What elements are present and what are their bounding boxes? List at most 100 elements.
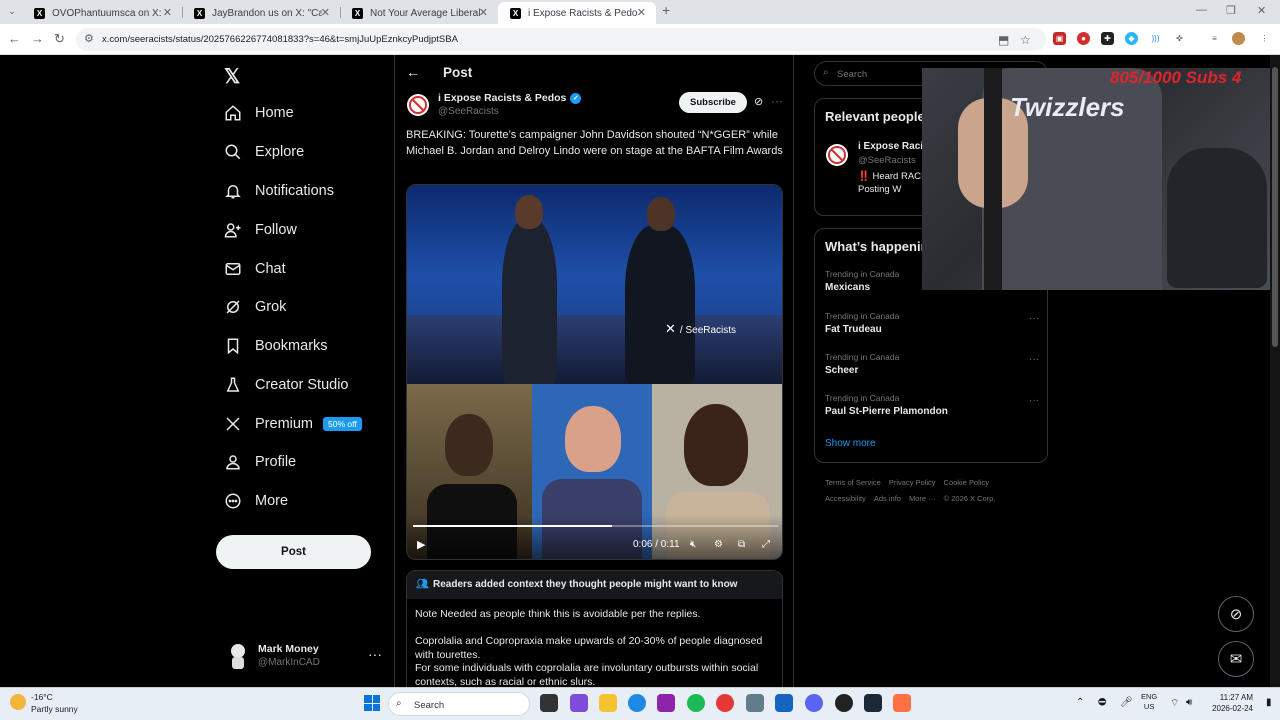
extension-icon[interactable]: ◆ [1125,32,1138,45]
forward-icon[interactable]: → [31,31,44,46]
x-logo-icon[interactable]: 𝕏 [224,64,240,89]
sidebar-item-premium[interactable]: Premium 50% off [222,409,362,439]
tab-list-icon[interactable]: ≡ [1208,32,1221,45]
windows-start-icon[interactable] [364,695,380,711]
bookmark-star-icon[interactable]: ☆ [1020,33,1031,47]
sidebar-item-follow[interactable]: Follow [222,215,297,245]
app-icon[interactable] [893,694,911,712]
microphone-icon[interactable]: 🎤︎ [1120,697,1133,708]
sidebar-item-profile[interactable]: Profile [222,447,296,477]
sidebar-item-bookmarks[interactable]: Bookmarks [222,331,328,361]
sidebar-item-creator-studio[interactable]: Creator Studio [222,370,349,400]
weather-sun-icon[interactable] [10,694,26,710]
file-explorer-icon[interactable] [599,694,617,712]
video-progress-bar[interactable] [413,525,778,527]
site-info-icon[interactable]: ⚙ [84,32,94,45]
footer-link[interactable]: Cookie Policy [944,478,989,487]
footer-link[interactable]: Terms of Service [825,478,881,487]
menu-dots-icon[interactable]: ⋮ [1258,32,1271,45]
back-arrow-icon[interactable]: ← [406,64,420,80]
reload-icon[interactable]: ↻ [54,31,65,47]
avatar[interactable] [825,142,849,168]
subscribe-button[interactable]: Subscribe [679,92,747,113]
page-scrollbar[interactable] [1270,55,1280,687]
close-tab-icon[interactable]: ✕ [479,6,488,19]
tray-app-icon[interactable]: ⛔︎ [1098,697,1106,708]
nzxt-icon[interactable] [657,694,675,712]
close-tab-icon[interactable]: ✕ [163,6,172,19]
account-menu-icon[interactable]: ··· [368,646,382,662]
trend-item[interactable]: Trending in Canada Fat Trudeau ··· [825,311,1039,335]
sidebar-item-notifications[interactable]: Notifications [222,176,334,206]
url-text[interactable]: x.com/seeracists/status/2025766226774081… [102,34,458,45]
pip-icon[interactable]: ⧉ [738,539,745,550]
trend-more-icon[interactable]: ··· [1029,313,1039,324]
settings-app-icon[interactable] [746,694,764,712]
sidebar-item-chat[interactable]: Chat [222,254,286,284]
extension-icon[interactable]: ▣ [1053,32,1066,45]
footer-link[interactable]: More ··· [909,494,936,503]
browser-tab-4-active[interactable]: X i Expose Racists & Pedos on X: ✕ [498,2,656,24]
footer-link[interactable]: Accessibility [825,494,866,503]
close-window-icon[interactable]: ✕ [1257,4,1266,17]
back-icon[interactable]: ← [8,31,21,46]
fullscreen-icon[interactable]: ⤢ [762,539,770,550]
settings-icon[interactable]: ⚙ [714,539,723,550]
trend-item[interactable]: Trending in Canada Paul St-Pierre Plamon… [825,393,1039,417]
grok-fab-icon[interactable]: ⊘ [1218,596,1254,632]
browser-tab-2[interactable]: X JayBrandon us on X: "Canada h ✕ [182,2,340,24]
browser-tab-3[interactable]: X Not Your Average Liberal on X ✕ [340,2,498,24]
tray-chevron-icon[interactable]: ⌃ [1076,697,1084,708]
sidebar-item-home[interactable]: Home [222,98,294,128]
weather-description[interactable]: Partly sunny [31,704,78,714]
steam-icon[interactable] [864,694,882,712]
close-tab-icon[interactable]: ✕ [321,6,330,19]
weather-temperature[interactable]: -16°C [31,692,53,702]
author-name[interactable]: i Expose Racists & Pedos ✓ [438,92,582,104]
sidebar-item-grok[interactable]: Grok [222,292,286,322]
notification-bell-icon[interactable]: ▮ [1266,697,1272,708]
minimize-icon[interactable]: — [1196,4,1207,16]
trend-more-icon[interactable]: ··· [1029,354,1039,365]
maximize-icon[interactable]: ❐ [1226,4,1236,17]
discord-icon[interactable] [805,694,823,712]
extension-icon[interactable]: ● [1077,32,1090,45]
account-switcher[interactable]: Mark Money @MarkInCAD ··· [226,640,386,674]
trend-item[interactable]: Trending in Canada Scheer ··· [825,352,1039,376]
wifi-icon[interactable]: ⌔ [1170,697,1179,710]
extension-icon[interactable]: ))) [1149,32,1162,45]
sidebar-item-explore[interactable]: Explore [222,137,304,167]
sidebar-item-more[interactable]: More [222,486,288,516]
close-tab-icon[interactable]: ✕ [637,6,646,19]
new-tab-button[interactable]: + [662,2,670,18]
post-button[interactable]: Post [216,535,371,569]
author-handle[interactable]: @SeeRacists [438,106,499,117]
copilot-icon[interactable] [570,694,588,712]
grok-explain-icon[interactable]: ⊘ [754,95,763,108]
taskbar-search-input[interactable]: ⌕ Search [388,692,530,716]
app-icon[interactable] [775,694,793,712]
video-player[interactable]: ✕ / SeeRacists ▶ 0:06 / 0:11 🔇︎ ⚙ ⧉ ⤢ [406,184,783,560]
volume-icon[interactable]: 🔊︎ [1186,697,1192,708]
puzzle-icon[interactable]: ✜ [1173,32,1186,45]
extension-icon[interactable]: ✚ [1101,32,1114,45]
scrollbar-thumb[interactable] [1272,67,1278,347]
system-clock[interactable]: 11:27 AM 2026-02-24 [1205,692,1253,714]
messages-fab-icon[interactable]: ✉ [1218,641,1254,677]
play-icon[interactable]: ▶ [417,538,425,551]
edge-icon[interactable] [628,694,646,712]
task-view-icon[interactable] [540,694,558,712]
author-avatar[interactable] [406,92,430,118]
footer-link[interactable]: Privacy Policy [889,478,936,487]
show-more-link[interactable]: Show more [825,438,876,449]
input-language[interactable]: ENG US [1141,692,1157,712]
spotify-icon[interactable] [687,694,705,712]
obs-icon[interactable] [835,694,853,712]
profile-avatar[interactable] [1232,32,1245,45]
tab-search-button[interactable]: ⌄ [4,3,20,19]
more-options-icon[interactable]: ··· [771,94,783,108]
footer-link[interactable]: Ads info [874,494,901,503]
mute-icon[interactable]: 🔇︎ [690,539,696,550]
omnibox[interactable]: ⚙ x.com/seeracists/status/20257662267740… [76,28,1046,51]
install-app-icon[interactable]: ⬒ [998,33,1009,47]
